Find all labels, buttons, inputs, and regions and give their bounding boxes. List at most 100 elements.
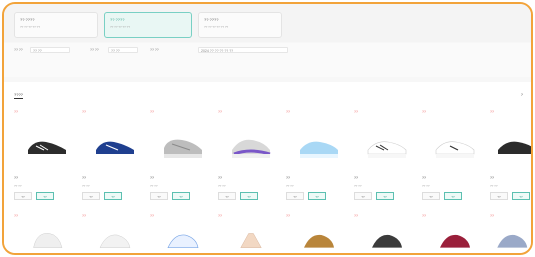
product-name: ??: [490, 176, 494, 180]
product-meta: ?? ??: [354, 184, 362, 188]
filter-input[interactable]: ?? ??: [108, 47, 138, 53]
shoe-image: [240, 233, 262, 248]
product-meta: ?? ??: [286, 184, 294, 188]
shoe-image: [367, 141, 407, 158]
product-badge: ??: [82, 110, 86, 114]
product-badge: ??: [14, 214, 18, 218]
secondary-button[interactable]: ??: [150, 192, 168, 200]
shoe-image: [28, 141, 66, 158]
product-card[interactable]: ??: [354, 214, 418, 253]
product-name: ??: [218, 176, 222, 180]
secondary-button[interactable]: ??: [490, 192, 508, 200]
product-name: ??: [354, 176, 358, 180]
top-card-subtitle: ?? ?? ?? ?? ??: [110, 25, 131, 29]
filter-panel: ?? ?? ?? ?? ?? ?? ?? ?? ?? ?? 2024 ?? ??…: [4, 43, 531, 106]
shoe-image: [372, 234, 402, 248]
product-name: ??: [422, 176, 426, 180]
filter-select[interactable]: ?? ??: [30, 47, 70, 53]
top-card-1[interactable]: ?? ???? ?? ?? ?? ?? ??: [14, 12, 98, 38]
primary-button[interactable]: ??: [444, 192, 462, 200]
product-meta: ?? ??: [150, 184, 158, 188]
filter-label: ?? ??: [150, 48, 159, 52]
shoe-image: [498, 141, 531, 158]
secondary-button[interactable]: ??: [82, 192, 100, 200]
top-card-title: ?? ????: [204, 17, 219, 22]
product-name: ??: [82, 176, 86, 180]
product-card[interactable]: ??: [422, 214, 486, 253]
primary-button[interactable]: ??: [36, 192, 54, 200]
shoe-image: [33, 233, 63, 248]
product-badge: ??: [422, 214, 426, 218]
product-meta: ?? ??: [14, 184, 22, 188]
product-badge: ??: [490, 110, 494, 114]
top-card-subtitle: ?? ?? ?? ?? ?? ??: [204, 25, 229, 29]
primary-button[interactable]: ??: [376, 192, 394, 200]
secondary-button[interactable]: ??: [286, 192, 304, 200]
shoe-image: [96, 141, 134, 158]
product-card[interactable]: ??: [286, 214, 350, 253]
product-name: ??: [286, 176, 290, 180]
product-card[interactable]: ?? ?? ?? ?? ?? ??: [150, 110, 214, 210]
product-card[interactable]: ?? ?? ?? ?? ?? ??: [354, 110, 418, 210]
primary-button[interactable]: ??: [172, 192, 190, 200]
product-card[interactable]: ?? ?? ?? ?? ?? ??: [14, 110, 78, 210]
product-meta: ?? ??: [82, 184, 90, 188]
product-name: ??: [150, 176, 154, 180]
product-card[interactable]: ?? ?? ?? ?? ?? ??: [422, 110, 486, 210]
shoe-image: [497, 234, 528, 248]
shoe-image: [435, 141, 475, 158]
shoe-image: [304, 234, 334, 248]
shoe-image: [440, 234, 470, 248]
product-card[interactable]: ??: [150, 214, 214, 253]
top-card-subtitle: ?? ?? ?? ?? ??: [20, 25, 41, 29]
top-bar: ?? ???? ?? ?? ?? ?? ?? ?? ???? ?? ?? ?? …: [4, 4, 531, 42]
primary-button[interactable]: ??: [104, 192, 122, 200]
product-badge: ??: [354, 110, 358, 114]
app-frame: ?? ???? ?? ?? ?? ?? ?? ?? ???? ?? ?? ?? …: [2, 2, 533, 255]
product-card[interactable]: ?? ?? ?? ?? ?? ??: [218, 110, 282, 210]
product-badge: ??: [218, 214, 222, 218]
product-badge: ??: [150, 110, 154, 114]
top-card-title: ?? ????: [110, 17, 125, 22]
section-title: ????: [14, 92, 23, 99]
section-more-link[interactable]: ?: [521, 92, 523, 97]
filter-label: ?? ??: [90, 48, 99, 52]
product-meta: ?? ??: [218, 184, 226, 188]
product-badge: ??: [82, 214, 86, 218]
product-card[interactable]: ??: [490, 214, 531, 253]
product-meta: ?? ??: [490, 184, 498, 188]
shoe-image: [232, 139, 271, 158]
product-badge: ??: [422, 110, 426, 114]
product-badge: ??: [14, 110, 18, 114]
secondary-button[interactable]: ??: [218, 192, 236, 200]
date-range-input[interactable]: 2024 ?? ?? ?? ?? ??: [198, 47, 288, 53]
product-grid: ???? ? ?? ?? ?? ?? ?? ?? ?? ?? ?? ?? ?? …: [4, 82, 531, 253]
primary-button[interactable]: ??: [308, 192, 326, 200]
filter-label: ?? ??: [14, 48, 23, 52]
secondary-button[interactable]: ??: [354, 192, 372, 200]
product-name: ??: [14, 176, 18, 180]
product-card[interactable]: ?? ?? ?? ?? ?? ??: [82, 110, 146, 210]
product-badge: ??: [218, 110, 222, 114]
product-badge: ??: [354, 214, 358, 218]
product-badge: ??: [490, 214, 494, 218]
top-card-2[interactable]: ?? ???? ?? ?? ?? ?? ??: [104, 12, 192, 38]
top-card-3[interactable]: ?? ???? ?? ?? ?? ?? ?? ??: [198, 12, 282, 38]
shoe-image: [99, 234, 131, 248]
product-badge: ??: [150, 214, 154, 218]
secondary-button[interactable]: ??: [422, 192, 440, 200]
product-card[interactable]: ??: [82, 214, 146, 253]
primary-button[interactable]: ??: [512, 192, 530, 200]
secondary-button[interactable]: ??: [14, 192, 32, 200]
shoe-image: [164, 139, 202, 158]
shoe-image: [167, 234, 199, 248]
primary-button[interactable]: ??: [240, 192, 258, 200]
product-card[interactable]: ??: [14, 214, 78, 253]
product-badge: ??: [286, 214, 290, 218]
shoe-image: [300, 141, 338, 158]
product-card[interactable]: ?? ?? ?? ?? ?? ??: [286, 110, 350, 210]
product-meta: ?? ??: [422, 184, 430, 188]
product-card[interactable]: ?? ?? ?? ?? ?? ??: [490, 110, 531, 210]
top-card-title: ?? ????: [20, 17, 35, 22]
product-card[interactable]: ??: [218, 214, 282, 253]
